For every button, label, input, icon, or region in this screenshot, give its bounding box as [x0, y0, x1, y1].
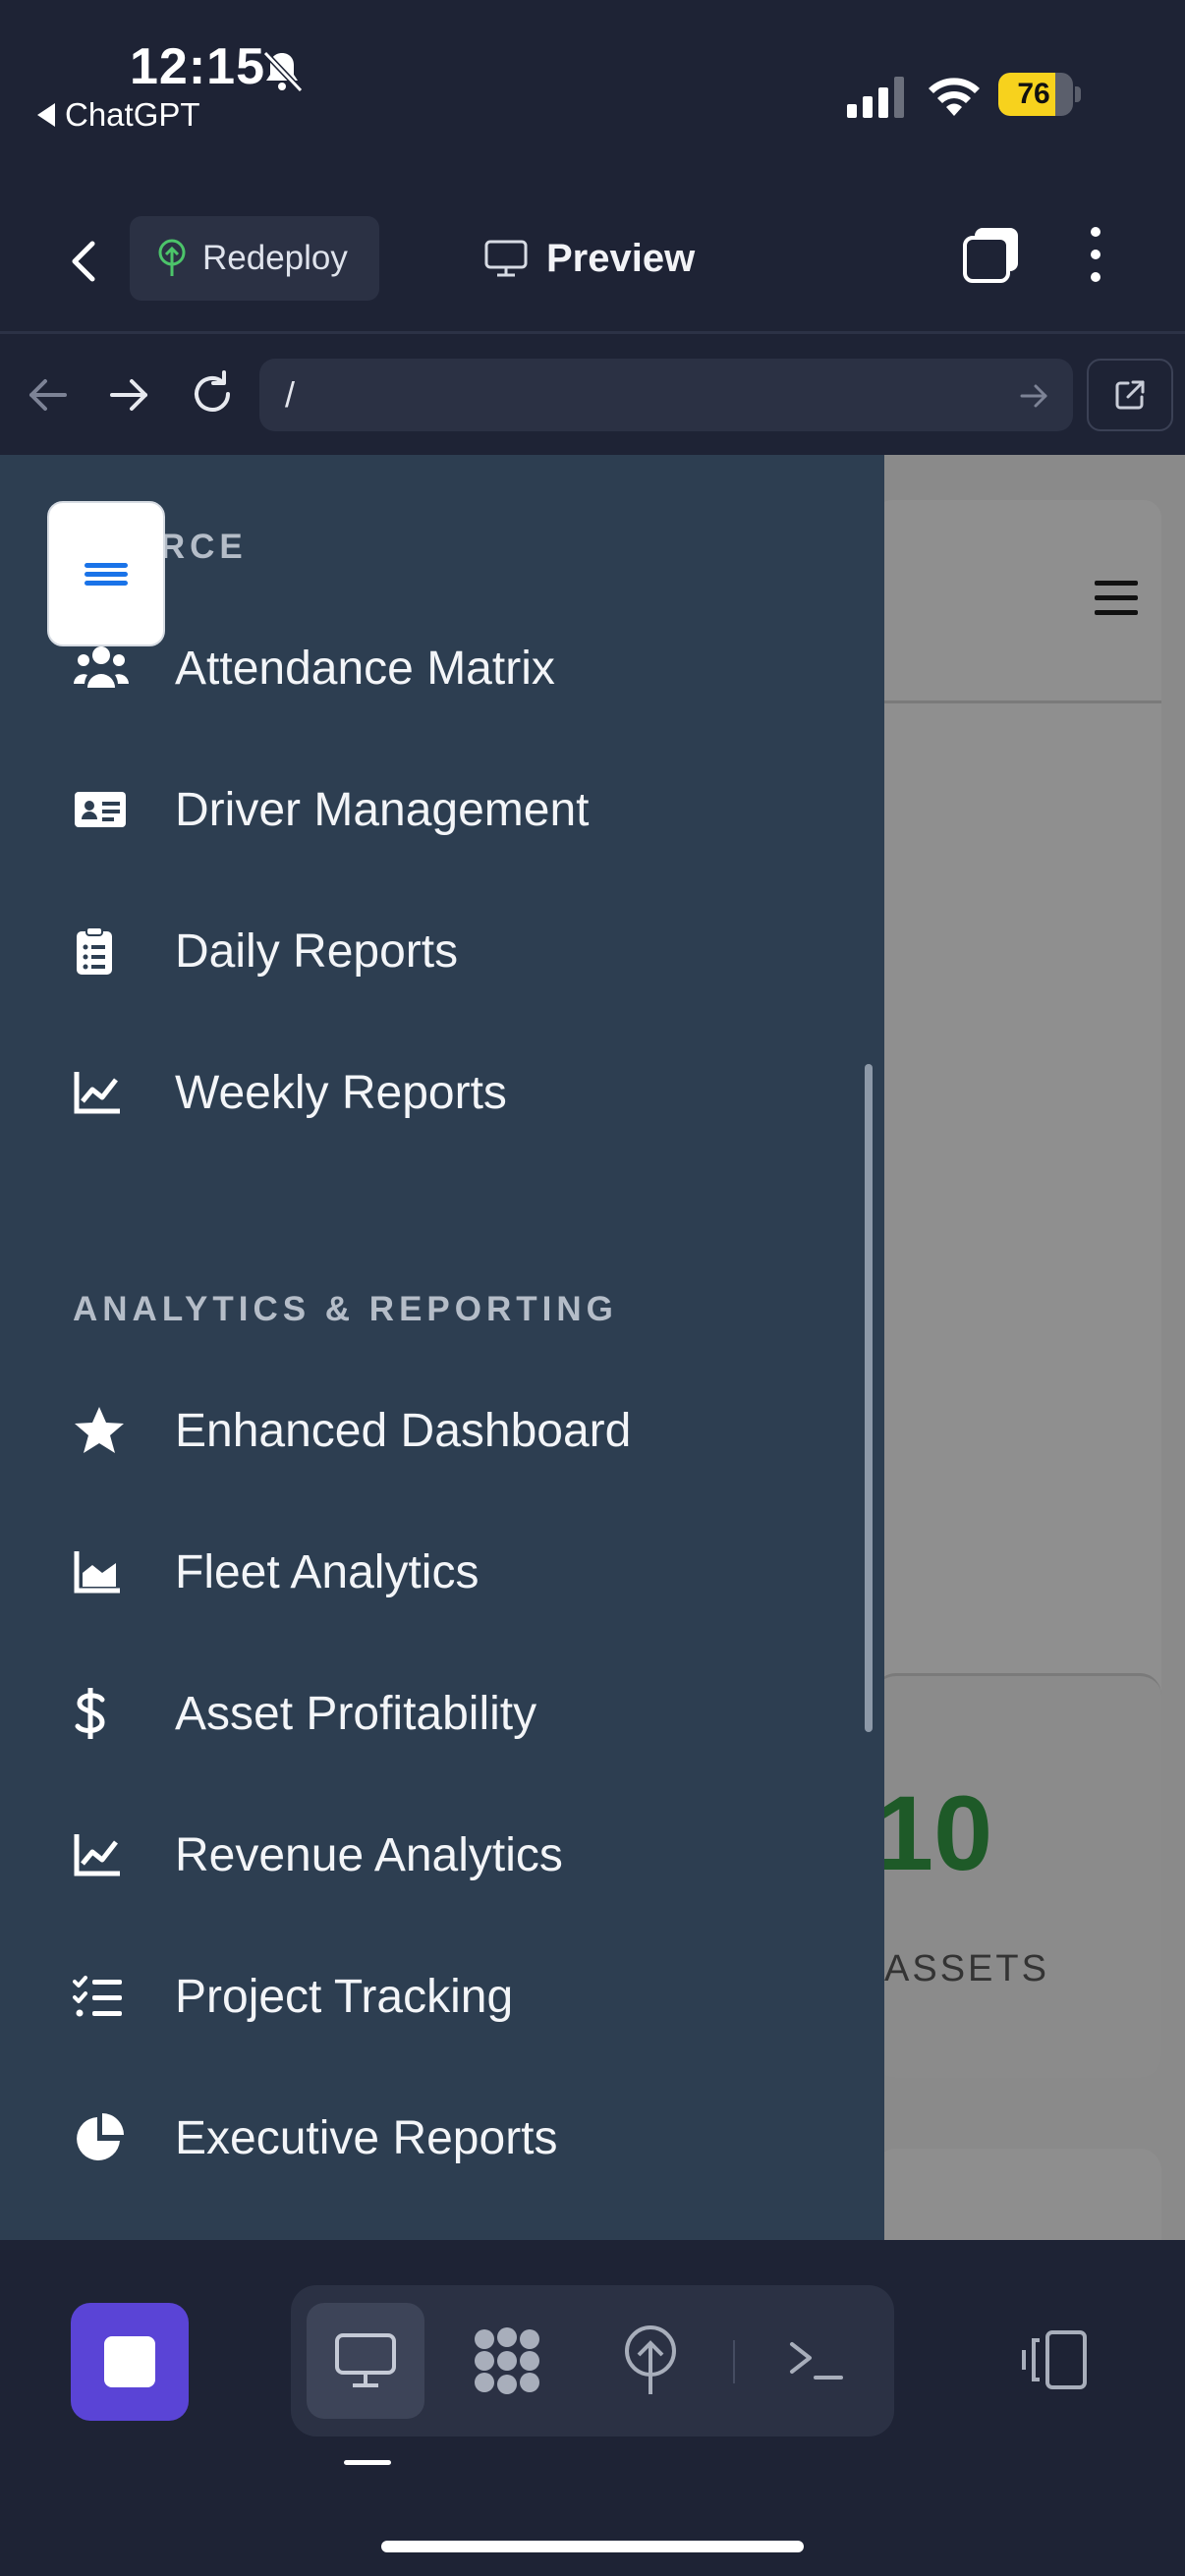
background-divider	[882, 700, 1161, 703]
back-chevron-icon[interactable]	[55, 232, 114, 291]
sidebar-item-fleet-analytics[interactable]: Fleet Analytics	[73, 1525, 839, 1619]
reload-icon[interactable]	[187, 368, 238, 420]
sidebar-item-daily-reports[interactable]: Daily Reports	[73, 904, 839, 998]
task-list-icon	[73, 1969, 136, 2024]
tool-terminal[interactable]	[757, 2303, 875, 2419]
stop-square-icon	[104, 2336, 155, 2387]
bottom-toolbar	[0, 2240, 1185, 2576]
tool-desktop-preview[interactable]	[307, 2303, 424, 2419]
dollar-icon	[73, 1686, 136, 1741]
sidebar-item-label: Driver Management	[175, 783, 590, 836]
go-arrow-icon[interactable]	[1018, 380, 1049, 412]
url-input[interactable]: /	[259, 359, 1073, 431]
sidebar-scrollbar[interactable]	[865, 1064, 873, 1732]
sidebar-item-label: Daily Reports	[175, 924, 459, 978]
sidebar-item-weekly-reports[interactable]: Weekly Reports	[73, 1045, 839, 1140]
arrow-left-icon[interactable]	[26, 372, 71, 418]
sidebar-item-asset-profitability[interactable]: Asset Profitability	[73, 1666, 839, 1761]
background-header-card	[875, 500, 1161, 1718]
hamburger-icon	[85, 559, 128, 589]
stop-button[interactable]	[71, 2303, 189, 2421]
status-time: 12:15	[130, 38, 265, 95]
sidebar-section-analytics-title: ANALYTICS & REPORTING	[73, 1290, 618, 1328]
sidebar-item-label: Fleet Analytics	[175, 1545, 480, 1598]
deploy-tree-icon	[625, 2325, 676, 2394]
background-card	[875, 2149, 1161, 2240]
web-preview: 10 ASSETS KFORCE Attendance Matrix	[0, 455, 1185, 2240]
menu-toggle-button[interactable]	[47, 501, 165, 646]
active-tab-indicator	[344, 2460, 391, 2465]
sidebar-item-label: Attendance Matrix	[175, 642, 555, 695]
monitor-icon	[335, 2333, 396, 2387]
home-indicator	[381, 2541, 804, 2552]
star-icon	[73, 1403, 136, 1458]
back-to-app-link[interactable]: ChatGPT	[37, 96, 200, 134]
sidebar-item-label: Weekly Reports	[175, 1066, 507, 1119]
deploy-tree-icon	[158, 239, 186, 276]
status-bar: 12:15 ChatGPT 76	[0, 0, 1185, 196]
sidebar-item-label: Executive Reports	[175, 2111, 558, 2164]
sidebar: KFORCE Attendance Matrix Drive	[0, 455, 884, 2240]
external-link-icon	[1115, 380, 1145, 410]
stat-value: 10	[875, 1773, 993, 1892]
browser-url-row: /	[0, 337, 1185, 455]
sidebar-item-label: Revenue Analytics	[175, 1828, 563, 1881]
side-panel-icon[interactable]	[1018, 2323, 1093, 2397]
battery-percent: 76	[1017, 78, 1050, 110]
more-options-icon[interactable]	[1081, 224, 1110, 285]
area-chart-icon	[73, 1544, 136, 1599]
line-chart-icon	[73, 1065, 136, 1120]
sidebar-item-label: Project Tracking	[175, 1970, 514, 2023]
stat-label: ASSETS	[884, 1948, 1049, 1989]
tool-switcher	[291, 2285, 894, 2436]
redeploy-button[interactable]: Redeploy	[130, 216, 379, 301]
preview-label: Preview	[546, 236, 696, 280]
tool-divider	[733, 2340, 735, 2383]
tool-integrations[interactable]	[448, 2303, 566, 2419]
redeploy-label: Redeploy	[202, 239, 348, 277]
back-app-label: ChatGPT	[65, 96, 200, 133]
sidebar-item-label: Enhanced Dashboard	[175, 1404, 632, 1457]
users-icon	[73, 641, 136, 696]
tabs-switcher-icon[interactable]	[961, 224, 1022, 285]
monitor-icon	[484, 240, 528, 277]
id-card-icon	[73, 782, 136, 837]
sidebar-item-revenue-analytics[interactable]: Revenue Analytics	[73, 1808, 839, 1902]
terminal-prompt-icon	[790, 2342, 843, 2380]
wifi-icon	[929, 78, 980, 116]
sidebar-item-driver-management[interactable]: Driver Management	[73, 762, 839, 857]
battery-indicator: 76	[998, 73, 1081, 116]
sidebar-item-project-tracking[interactable]: Project Tracking	[73, 1949, 839, 2044]
clipboard-list-icon	[73, 924, 136, 979]
tool-deployments[interactable]	[592, 2303, 709, 2419]
cellular-signal-icon	[847, 77, 904, 118]
sidebar-item-attendance-matrix[interactable]: Attendance Matrix	[73, 621, 839, 715]
line-chart-icon	[73, 1827, 136, 1882]
preview-tab[interactable]: Preview	[483, 226, 695, 291]
back-triangle-icon	[37, 103, 55, 127]
sidebar-item-executive-reports[interactable]: Executive Reports	[73, 2091, 839, 2185]
sidebar-item-enhanced-dashboard[interactable]: Enhanced Dashboard	[73, 1383, 839, 1478]
background-hamburger-icon	[1095, 581, 1138, 616]
arrow-right-icon[interactable]	[106, 372, 151, 418]
open-external-button[interactable]	[1087, 359, 1173, 431]
nodes-cluster-icon	[475, 2327, 539, 2394]
bell-muted-icon	[262, 50, 304, 93]
pie-chart-icon	[73, 2110, 136, 2165]
sidebar-item-label: Asset Profitability	[175, 1687, 537, 1740]
